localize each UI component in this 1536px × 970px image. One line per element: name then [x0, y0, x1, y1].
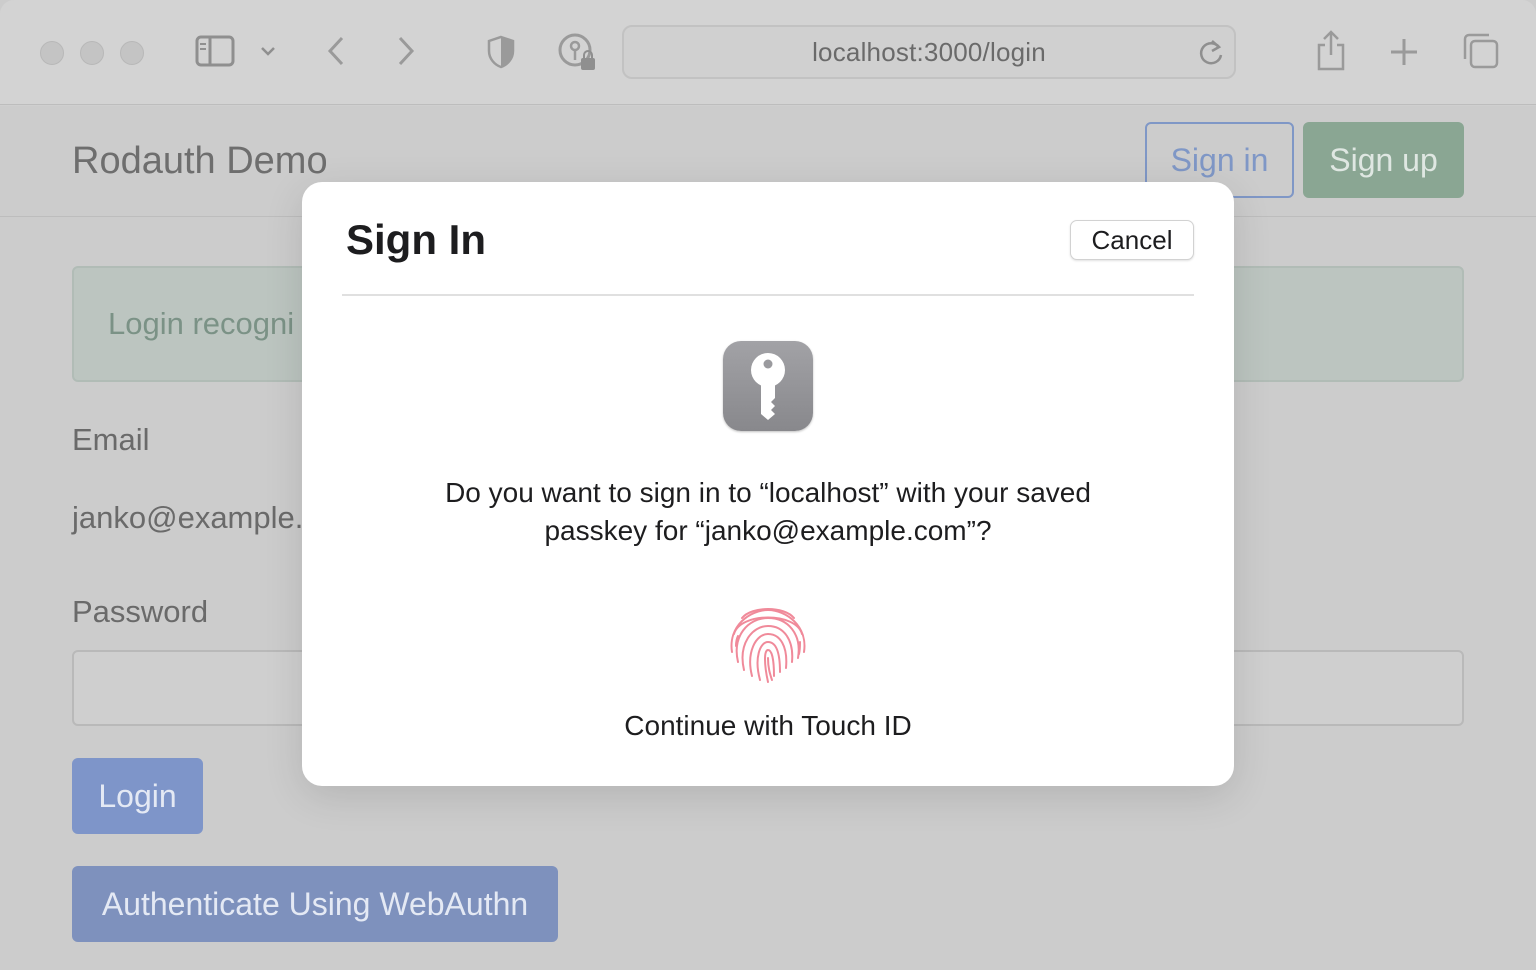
zoom-window-button[interactable] [120, 41, 144, 65]
plus-icon[interactable] [1388, 36, 1420, 68]
url-text: localhost:3000/login [812, 36, 1046, 67]
minimize-window-button[interactable] [80, 41, 104, 65]
cancel-button[interactable]: Cancel [1070, 220, 1194, 260]
login-button[interactable]: Login [72, 758, 203, 834]
webauthn-button[interactable]: Authenticate Using WebAuthn [72, 866, 558, 942]
sidebar-icon[interactable] [194, 34, 236, 68]
email-value: janko@example. [72, 500, 304, 535]
browser-toolbar: localhost:3000/login [0, 0, 1536, 105]
key-icon [723, 341, 813, 431]
chevron-right-icon[interactable] [394, 34, 418, 68]
share-icon[interactable] [1314, 28, 1348, 72]
dialog-prompt: Do you want to sign in to “localhost” wi… [362, 474, 1174, 550]
dialog-title: Sign In [346, 216, 486, 263]
prompt-line-1: Do you want to sign in to “localhost” wi… [445, 477, 1091, 508]
key-lock-icon[interactable] [556, 32, 598, 72]
prompt-line-2: passkey for “janko@example.com”? [544, 515, 992, 546]
address-bar[interactable]: localhost:3000/login [622, 25, 1236, 79]
shield-icon[interactable] [486, 34, 516, 70]
chevron-left-icon[interactable] [324, 34, 348, 68]
chevron-down-icon[interactable] [258, 42, 278, 60]
sign-up-nav-button[interactable]: Sign up [1303, 122, 1464, 198]
browser-window: localhost:3000/login Rodauth Demo Sign i… [0, 0, 1536, 970]
reload-icon[interactable] [1198, 39, 1224, 72]
tabs-overview-icon[interactable] [1460, 32, 1500, 70]
email-label: Email [72, 422, 150, 457]
password-label: Password [72, 594, 209, 629]
touch-id-label[interactable]: Continue with Touch ID [302, 710, 1234, 742]
passkey-sign-in-dialog: Sign In Cancel Do you want to sign in to… [302, 182, 1234, 786]
brand-title[interactable]: Rodauth Demo [72, 140, 328, 183]
close-window-button[interactable] [40, 41, 64, 65]
alert-text: Login recogni [108, 306, 295, 341]
fingerprint-icon[interactable] [722, 596, 814, 688]
dialog-divider [342, 294, 1194, 296]
